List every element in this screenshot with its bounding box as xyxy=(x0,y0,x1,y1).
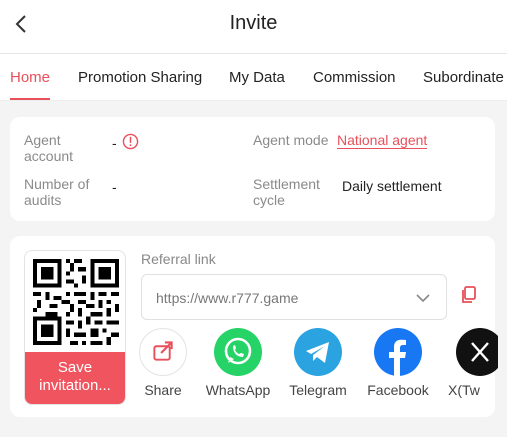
page-title: Invite xyxy=(229,12,278,34)
telegram-icon xyxy=(294,328,342,376)
top-bar: Invite xyxy=(0,0,507,54)
agent-account-label: Agent account xyxy=(24,132,74,164)
info-icon[interactable] xyxy=(122,133,139,150)
settlement-label: Settlement cycle xyxy=(253,176,320,208)
chevron-down-icon[interactable] xyxy=(414,289,432,307)
facebook-label: Facebook xyxy=(367,382,429,398)
tab-bar: Home Promotion Sharing My Data Commissio… xyxy=(0,54,507,101)
agent-mode-label: Agent mode xyxy=(253,132,329,148)
share-label: Share xyxy=(144,382,182,398)
x-twitter-label: X(Tw xyxy=(448,382,480,398)
copy-icon[interactable] xyxy=(461,286,477,304)
agent-account-value: - xyxy=(112,135,117,151)
agent-info-card: Agent account - Agent mode National agen… xyxy=(10,117,495,221)
facebook-icon xyxy=(374,328,422,376)
save-invitation-button[interactable]: Save invitation... xyxy=(25,352,125,404)
qr-code-image xyxy=(33,259,119,345)
x-twitter-button[interactable]: X(Tw xyxy=(438,328,498,398)
whatsapp-button[interactable]: WhatsApp xyxy=(198,328,278,398)
tab-subordinate[interactable]: Subordinate xyxy=(423,69,504,86)
referral-link-label: Referral link xyxy=(141,251,216,267)
agent-mode-link[interactable]: National agent xyxy=(337,132,428,149)
x-icon xyxy=(456,328,498,376)
active-tab-indicator xyxy=(10,98,50,100)
referral-card: Save invitation... Referral link https:/… xyxy=(10,236,498,417)
audits-label: Number of audits xyxy=(24,176,90,208)
share-button[interactable]: Share xyxy=(123,328,203,398)
share-icon xyxy=(139,328,187,376)
tab-home[interactable]: Home xyxy=(10,69,50,86)
audits-value: - xyxy=(112,179,117,195)
whatsapp-icon xyxy=(214,328,262,376)
settlement-value: Daily settlement xyxy=(342,178,442,194)
whatsapp-label: WhatsApp xyxy=(205,382,271,398)
qr-code-box: Save invitation... xyxy=(24,250,126,405)
referral-link-value: https://www.r777.game xyxy=(156,290,299,306)
referral-link-field[interactable]: https://www.r777.game xyxy=(141,274,447,320)
facebook-button[interactable]: Facebook xyxy=(358,328,438,398)
telegram-label: Telegram xyxy=(289,382,347,398)
telegram-button[interactable]: Telegram xyxy=(278,328,358,398)
tab-promotion-sharing[interactable]: Promotion Sharing xyxy=(78,69,202,86)
tab-commission[interactable]: Commission xyxy=(313,69,396,86)
tab-my-data[interactable]: My Data xyxy=(229,69,285,86)
